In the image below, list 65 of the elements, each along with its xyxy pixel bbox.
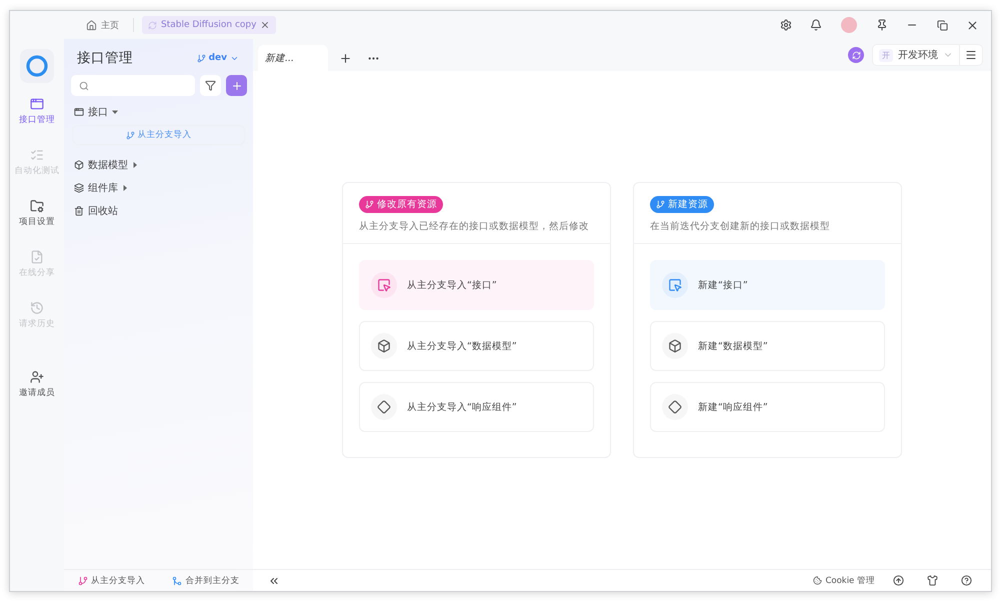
window-tab[interactable]: 主页: [80, 16, 125, 34]
environment-select[interactable]: 开 开发环境: [872, 44, 983, 66]
plus-icon: [230, 80, 242, 92]
card-description: 在当前迭代分支创建新的接口或数据模型: [650, 220, 831, 233]
document-icon: [30, 250, 44, 264]
cube-icon: [74, 160, 84, 170]
sidebar-title: 接口管理: [77, 49, 133, 67]
branch-icon: [656, 200, 665, 209]
nav-item[interactable]: 接口管理: [19, 97, 55, 148]
option-button[interactable]: 新建“响应组件”: [650, 382, 885, 432]
tree-label: 数据模型: [88, 158, 128, 172]
tree-item[interactable]: 数据模型: [72, 155, 245, 174]
logo: [20, 49, 54, 83]
layers-icon: [74, 182, 84, 192]
refresh-icon: [148, 20, 157, 30]
tree-item[interactable]: 回收站: [72, 201, 245, 220]
tree-label: 回收站: [88, 204, 118, 218]
folder-gear-icon: [30, 199, 44, 213]
window-icon: [30, 97, 44, 111]
sync-icon[interactable]: [848, 47, 864, 63]
option-icon: [371, 272, 397, 298]
card-description: 从主分支导入已经存在的接口或数据模型，然后修改: [359, 220, 590, 233]
trash-icon: [74, 206, 84, 216]
filter-button[interactable]: [200, 75, 221, 96]
tree-item[interactable]: 接口: [72, 102, 245, 121]
add-button[interactable]: [226, 75, 247, 96]
option-button[interactable]: 从主分支导入“接口”: [359, 260, 594, 310]
footer-link[interactable]: 从主分支导入: [78, 574, 145, 586]
option-icon: [662, 333, 688, 359]
nav-item[interactable]: 项目设置: [19, 199, 55, 250]
cookie-icon: [813, 576, 822, 585]
caret-icon: [112, 108, 118, 114]
caret-icon: [132, 162, 138, 168]
option-icon: [371, 333, 397, 359]
option-button[interactable]: 从主分支导入“数据模型”: [359, 321, 594, 371]
branch-icon: [365, 200, 374, 209]
branch-icon: [78, 576, 88, 586]
caret-icon: [122, 184, 128, 190]
filter-icon: [205, 80, 216, 91]
close-icon[interactable]: [260, 20, 270, 30]
checklist-icon: [30, 148, 44, 162]
branch-icon: [126, 130, 134, 140]
option-icon: [371, 394, 397, 420]
category-badge: 修改原有资源: [359, 196, 443, 213]
nav-item[interactable]: 邀请成员: [19, 370, 55, 421]
option-icon: [662, 394, 688, 420]
option-icon: [662, 272, 688, 298]
tree-item[interactable]: 组件库: [72, 178, 245, 197]
tree-label: 接口: [88, 106, 108, 118]
merge-icon: [172, 576, 182, 586]
tree-label: 组件库: [88, 182, 118, 194]
branch-icon: [196, 54, 206, 62]
option-button[interactable]: 新建“数据模型”: [650, 321, 885, 371]
footer-link[interactable]: 合并到主分支: [172, 574, 240, 586]
search-icon: [79, 80, 89, 90]
history-icon: [30, 301, 44, 315]
add-user-icon: [30, 370, 44, 384]
search-field[interactable]: [71, 75, 195, 96]
window-icon: [74, 106, 84, 116]
home-icon: [86, 20, 97, 30]
category-badge: 新建资源: [650, 196, 714, 213]
option-button[interactable]: 从主分支导入“响应组件”: [359, 382, 594, 432]
editor-tab[interactable]: 新建...: [258, 45, 328, 71]
cookie-button[interactable]: Cookie 管理: [813, 574, 875, 586]
option-button[interactable]: 新建“接口”: [650, 260, 885, 310]
